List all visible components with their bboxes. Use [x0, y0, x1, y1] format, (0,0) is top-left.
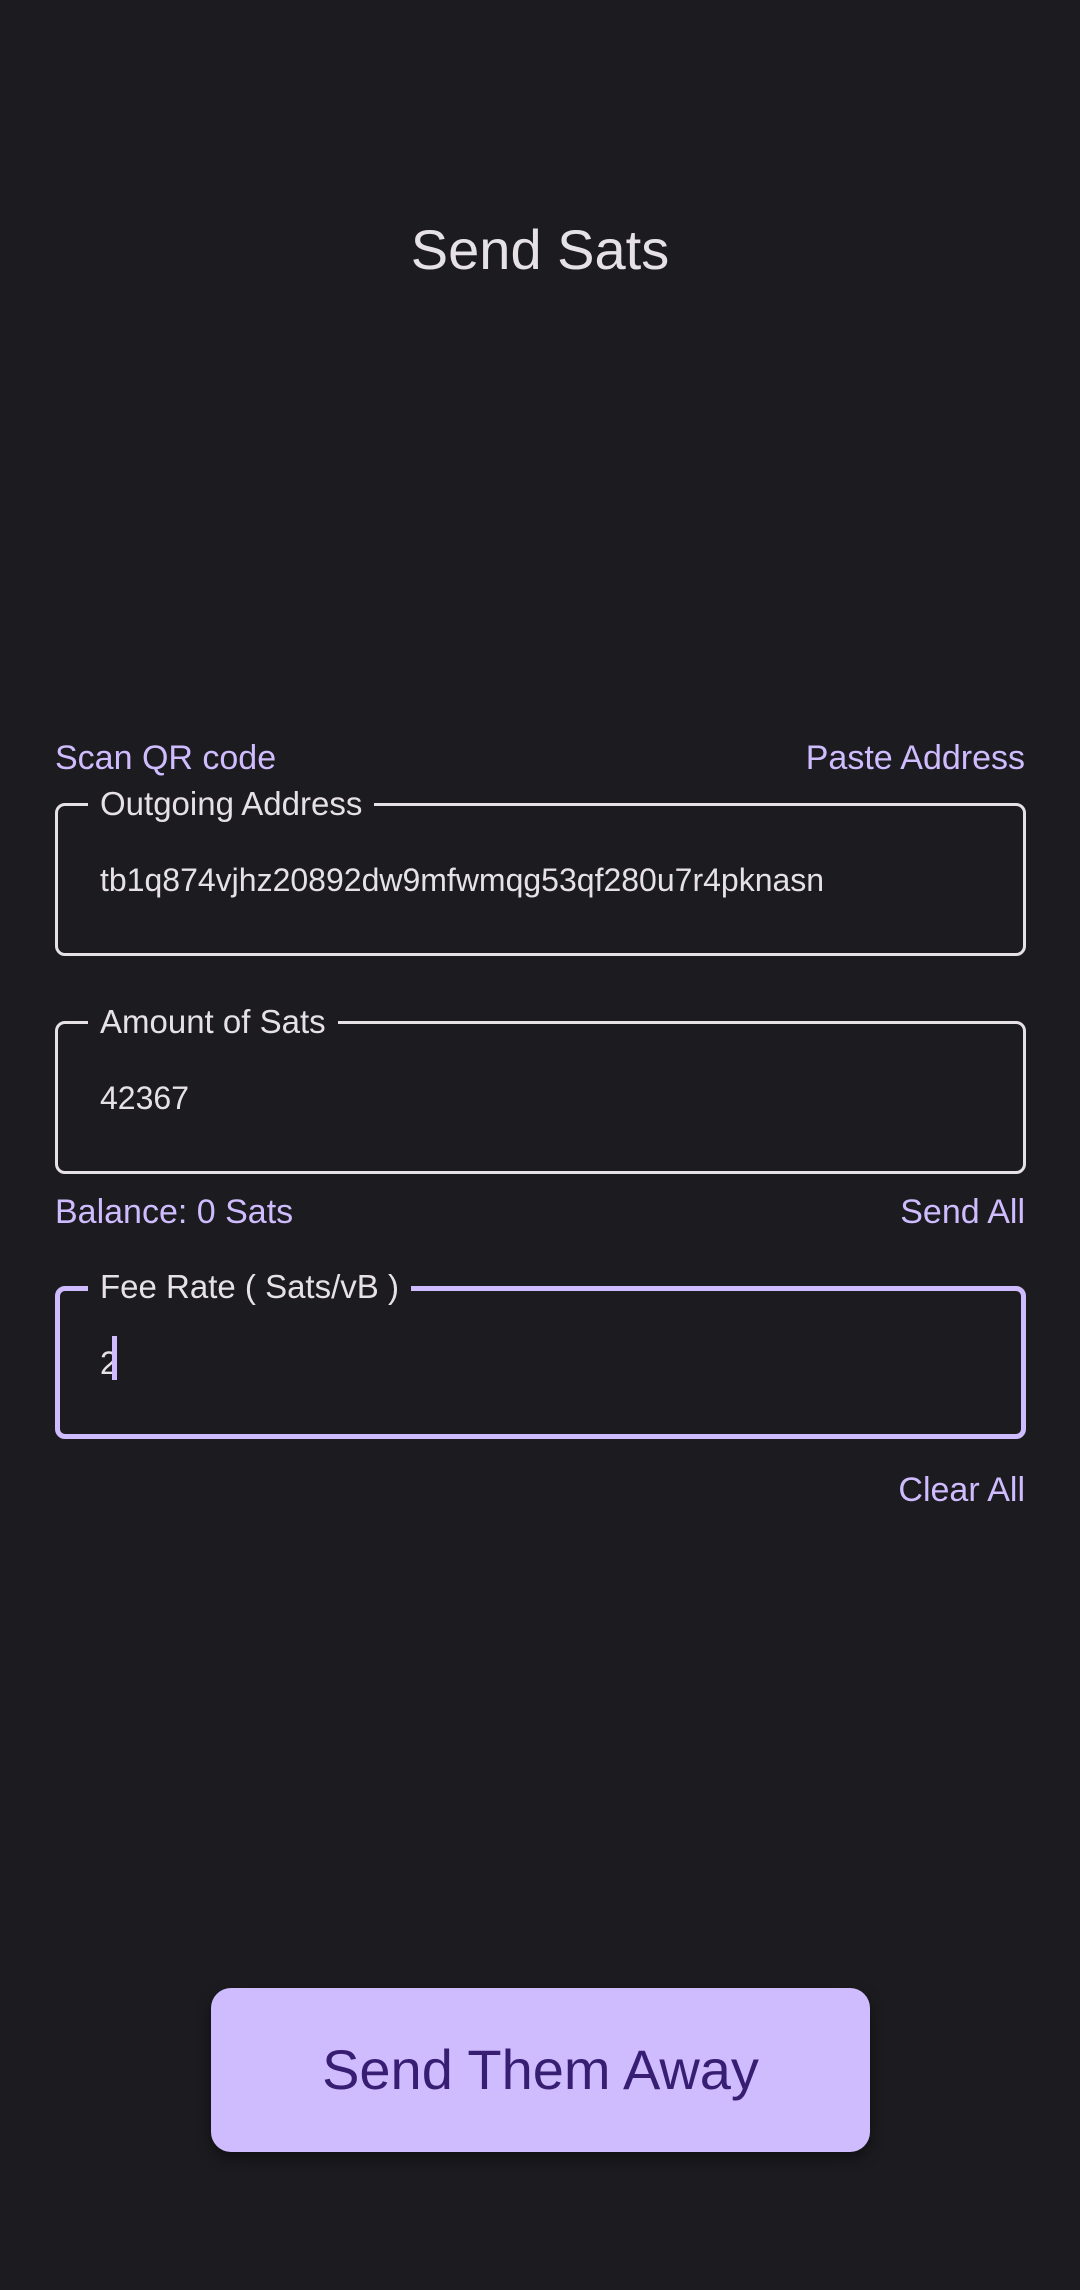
amount-of-sats-input[interactable] — [100, 1075, 993, 1120]
fee-rate-input[interactable] — [100, 1340, 991, 1385]
scan-qr-code-link[interactable]: Scan QR code — [55, 736, 276, 780]
paste-address-link[interactable]: Paste Address — [806, 736, 1025, 780]
fee-rate-field[interactable]: Fee Rate ( Sats/vB ) — [55, 1265, 1026, 1439]
text-cursor — [112, 1336, 117, 1380]
send-them-away-button[interactable]: Send Them Away — [211, 1988, 870, 2152]
amount-of-sats-label: Amount of Sats — [88, 1000, 338, 1044]
balance-text: Balance: 0 Sats — [55, 1193, 294, 1231]
outgoing-address-label: Outgoing Address — [88, 782, 375, 826]
outgoing-address-input[interactable] — [100, 857, 993, 902]
outgoing-address-field[interactable]: Outgoing Address — [55, 782, 1026, 956]
page-title: Send Sats — [410, 218, 670, 281]
clear-all-link[interactable]: Clear All — [898, 1468, 1025, 1512]
send-all-link[interactable]: Send All — [900, 1190, 1025, 1234]
fee-rate-label: Fee Rate ( Sats/vB ) — [88, 1265, 411, 1309]
amount-of-sats-field[interactable]: Amount of Sats — [55, 1000, 1026, 1174]
